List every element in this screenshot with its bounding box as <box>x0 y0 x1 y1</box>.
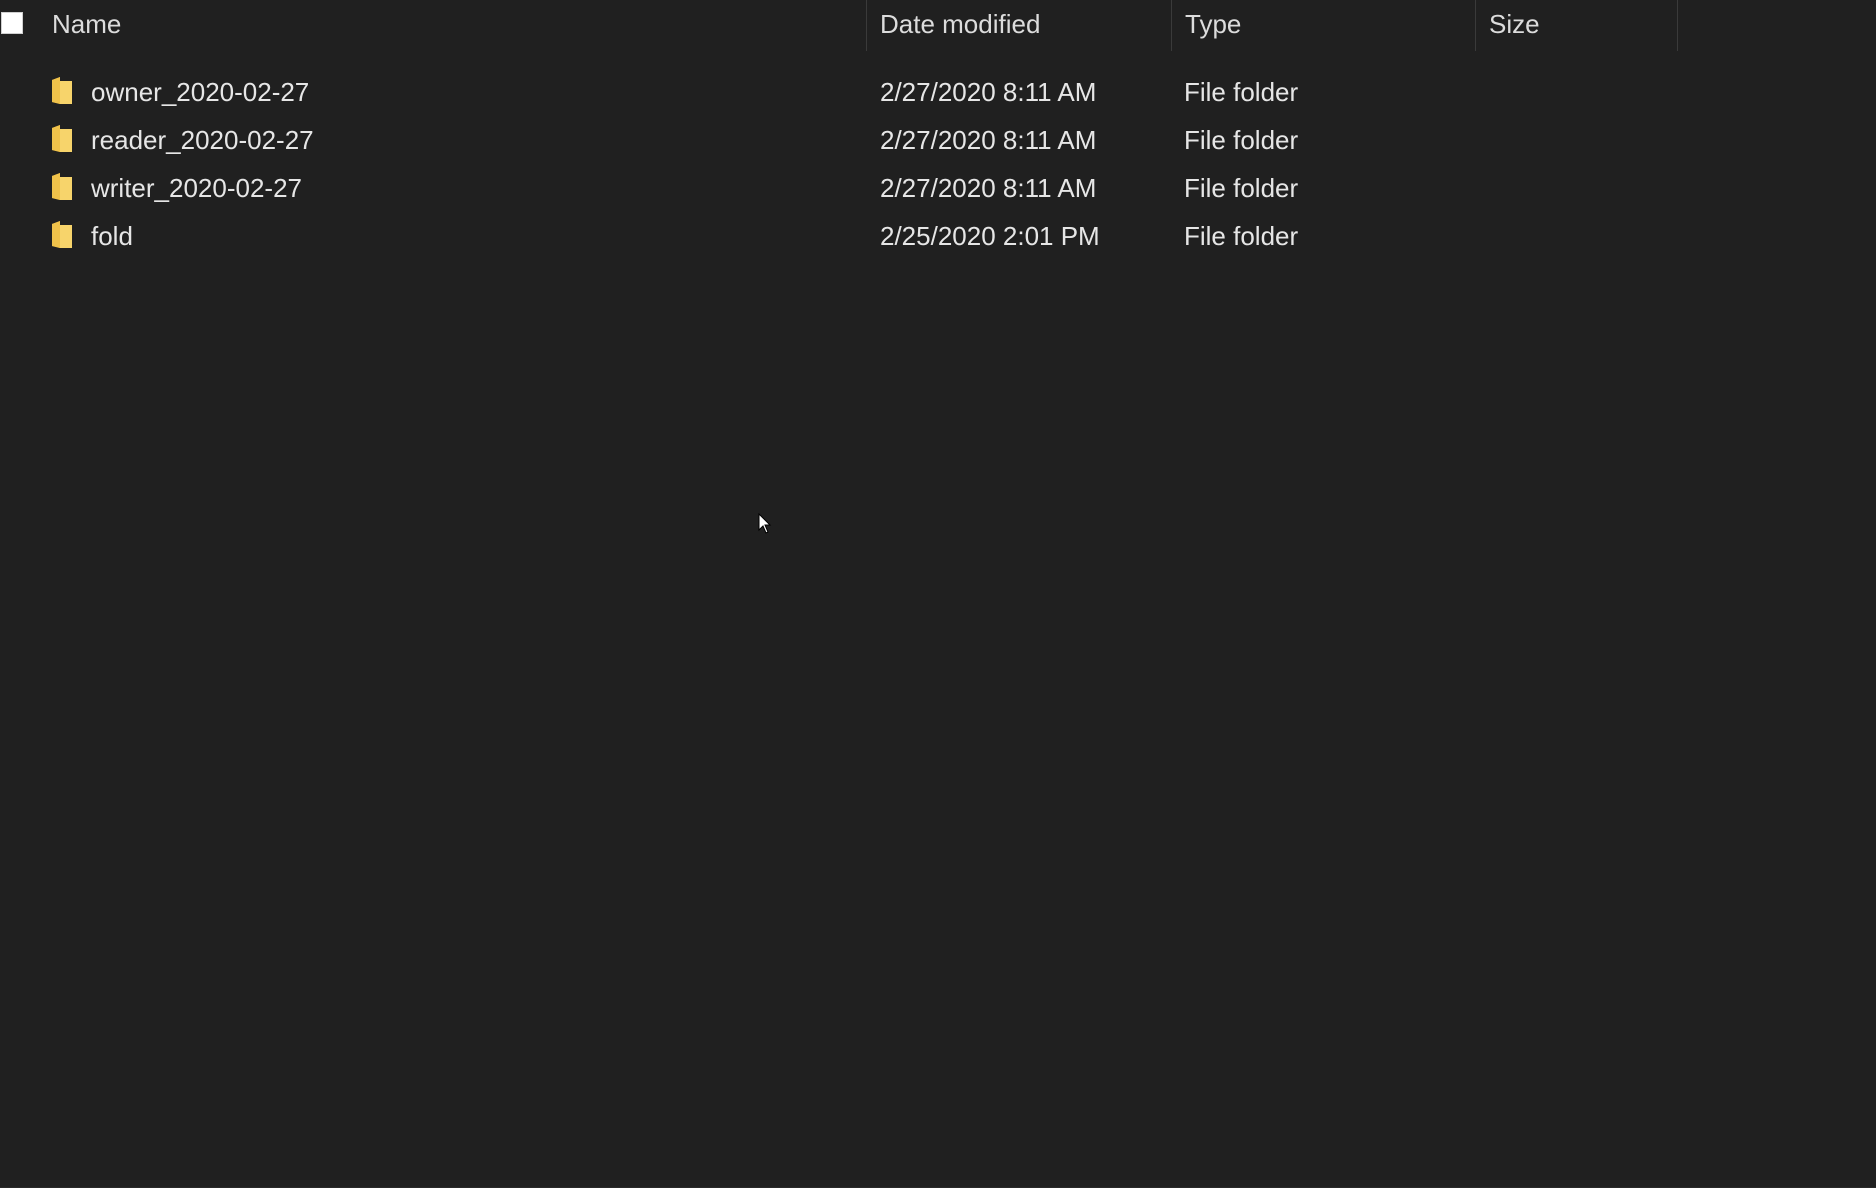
column-header-date-modified[interactable]: Date modified <box>867 0 1172 51</box>
file-row[interactable]: reader_2020-02-27 2/27/2020 8:11 AM File… <box>0 116 1876 164</box>
column-header-type[interactable]: Type <box>1172 0 1476 51</box>
file-name: reader_2020-02-27 <box>91 125 314 155</box>
select-all-checkbox[interactable] <box>1 12 23 34</box>
file-date-modified: 2/27/2020 8:11 AM <box>880 173 1097 203</box>
file-type: File folder <box>1184 125 1299 155</box>
file-date-modified: 2/25/2020 2:01 PM <box>880 221 1100 251</box>
file-row[interactable]: fold 2/25/2020 2:01 PM File folder <box>0 212 1876 260</box>
folder-icon <box>50 220 74 250</box>
file-type: File folder <box>1184 77 1299 107</box>
file-row[interactable]: owner_2020-02-27 2/27/2020 8:11 AM File … <box>0 68 1876 116</box>
folder-icon <box>50 76 74 106</box>
column-header-name[interactable]: Name <box>39 0 867 51</box>
file-name: writer_2020-02-27 <box>91 173 303 203</box>
file-list: owner_2020-02-27 2/27/2020 8:11 AM File … <box>0 68 1876 260</box>
mouse-cursor-icon <box>758 513 772 534</box>
file-name: fold <box>91 221 133 251</box>
file-type: File folder <box>1184 173 1299 203</box>
file-name: owner_2020-02-27 <box>91 77 310 107</box>
file-row[interactable]: writer_2020-02-27 2/27/2020 8:11 AM File… <box>0 164 1876 212</box>
file-date-modified: 2/27/2020 8:11 AM <box>880 77 1097 107</box>
folder-icon <box>50 172 74 202</box>
folder-icon <box>50 124 74 154</box>
column-header-bar: Name Date modified Type Size <box>0 0 1678 51</box>
file-type: File folder <box>1184 221 1299 251</box>
file-explorer-view: Name Date modified Type Size owner_2020-… <box>0 0 1876 1188</box>
file-date-modified: 2/27/2020 8:11 AM <box>880 125 1097 155</box>
column-header-size[interactable]: Size <box>1476 0 1678 51</box>
